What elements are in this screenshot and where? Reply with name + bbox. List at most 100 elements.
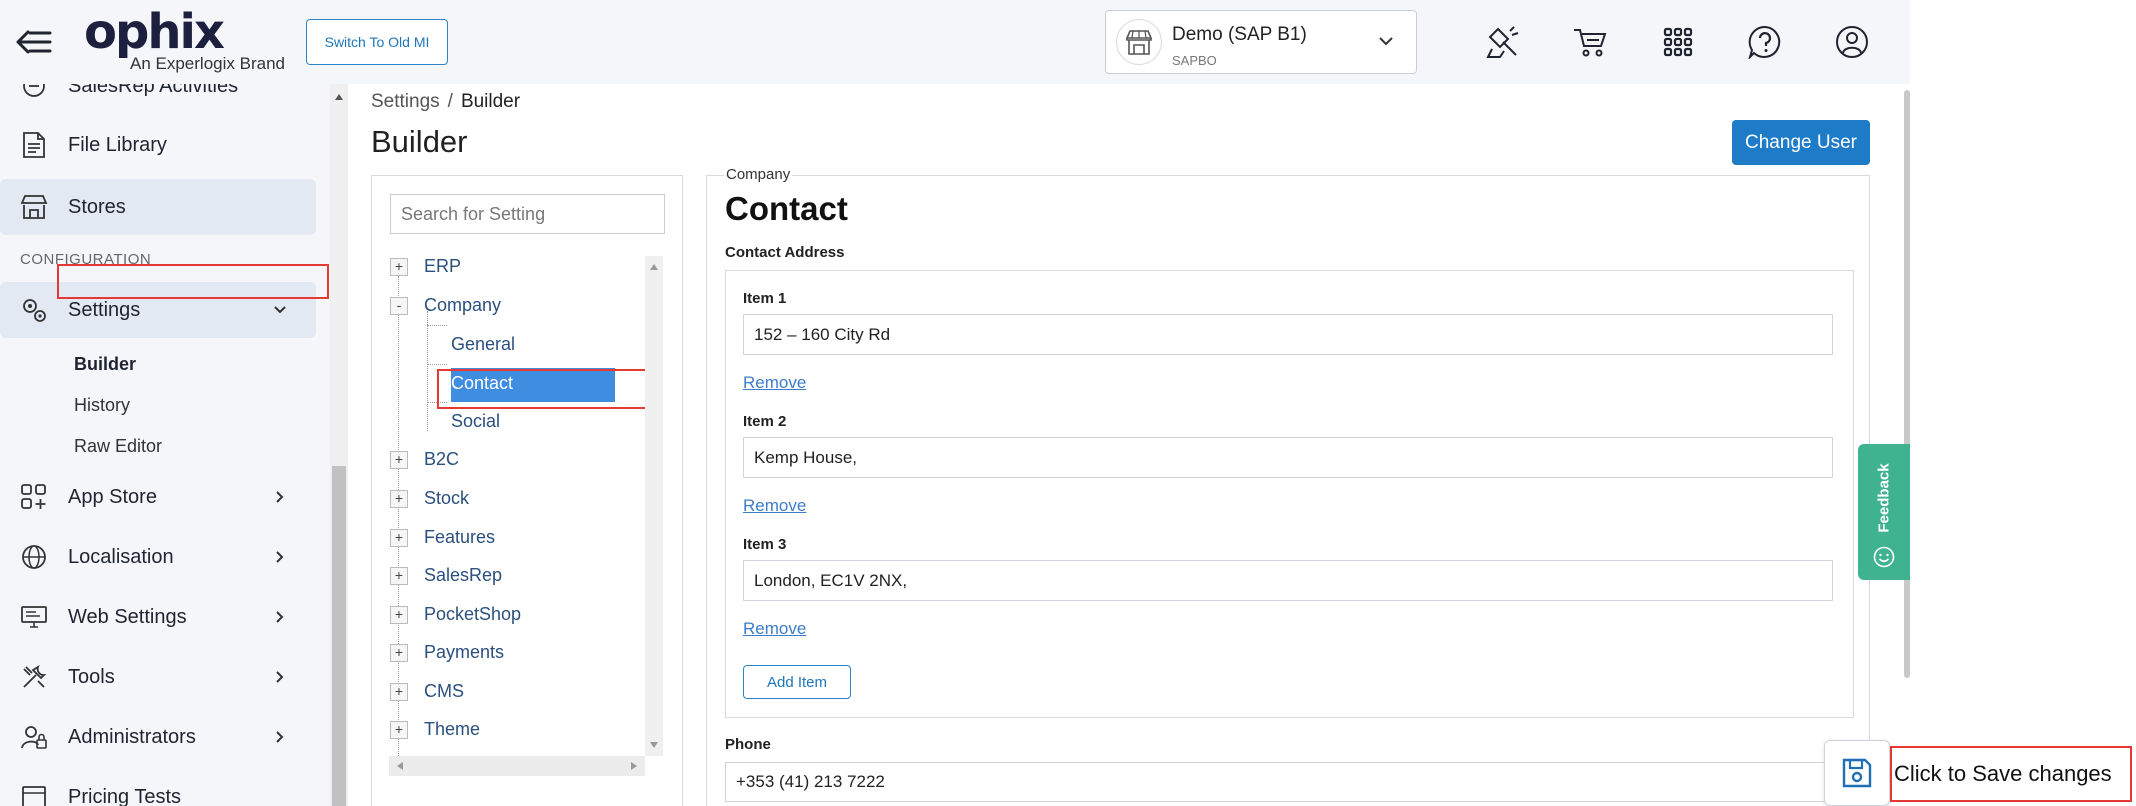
- sidebar-item-web-settings[interactable]: Web Settings: [0, 589, 316, 645]
- page-title: Builder: [371, 124, 468, 159]
- user-icon[interactable]: [1830, 20, 1874, 64]
- tree-expand-toggle[interactable]: +: [390, 529, 408, 547]
- sidebar-item-stores[interactable]: Stores: [0, 179, 316, 235]
- tree-expand-toggle[interactable]: +: [390, 567, 408, 585]
- tree-node-payments[interactable]: Payments: [424, 642, 504, 663]
- item-1-remove-link[interactable]: Remove: [743, 373, 806, 393]
- item-3-input[interactable]: [743, 560, 1833, 601]
- apps-grid-icon[interactable]: [1656, 20, 1700, 64]
- change-user-button[interactable]: Change User: [1732, 120, 1870, 165]
- item-1-input[interactable]: [743, 314, 1833, 355]
- save-button[interactable]: [1824, 740, 1890, 806]
- logo-subtitle: An Experlogix Brand: [130, 54, 285, 73]
- sidebar-item-label: Tools: [68, 665, 115, 688]
- clean-icon[interactable]: [1481, 20, 1525, 64]
- floppy-disk-icon: [1842, 758, 1872, 788]
- sidebar-scrollbar[interactable]: [330, 84, 348, 806]
- sidebar-item-label: Stores: [68, 195, 126, 218]
- tree-node-erp[interactable]: ERP: [424, 256, 461, 277]
- contact-highlight-box: [437, 369, 648, 409]
- pricing-tests-icon: [20, 783, 48, 806]
- setting-search-input[interactable]: [390, 194, 665, 234]
- smiley-icon: [1873, 546, 1895, 568]
- sidebar-item-app-store[interactable]: App Store: [0, 469, 316, 525]
- tree-expand-toggle[interactable]: +: [390, 683, 408, 701]
- main-scrollbar-thumb[interactable]: [1904, 90, 1910, 678]
- item-2-label: Item 2: [743, 413, 787, 430]
- sidebar-subitem-raw-editor[interactable]: Raw Editor: [74, 436, 162, 457]
- tree-horizontal-scrollbar[interactable]: [389, 756, 645, 776]
- activities-icon: [20, 84, 48, 100]
- sidebar-item-label: SalesRep Activities: [68, 84, 239, 97]
- tools-icon: [20, 663, 48, 691]
- admin-icon: [20, 723, 48, 751]
- feedback-tab[interactable]: Feedback: [1858, 444, 1910, 580]
- save-tooltip: Click to Save changes: [1890, 746, 2132, 802]
- item-2-remove-link[interactable]: Remove: [743, 496, 806, 516]
- tree-expand-toggle[interactable]: +: [390, 721, 408, 739]
- tree-guide-line: [427, 325, 447, 326]
- chevron-down-icon: [1379, 37, 1393, 46]
- tree-guide-line: [427, 311, 428, 431]
- scroll-down-arrow-icon[interactable]: [650, 742, 658, 748]
- contact-address-label: Contact Address: [725, 244, 845, 261]
- tree-expand-toggle[interactable]: +: [390, 451, 408, 469]
- sidebar-item-label: Administrators: [68, 725, 196, 748]
- tree-collapse-toggle[interactable]: -: [390, 297, 408, 315]
- brand-logo[interactable]: ophix An Experlogix Brand: [84, 4, 285, 73]
- tree-node-cms[interactable]: CMS: [424, 681, 464, 702]
- item-2-input[interactable]: [743, 437, 1833, 478]
- phone-input[interactable]: [725, 762, 1855, 802]
- sidebar-item-salesrep-activities[interactable]: SalesRep Activities: [0, 84, 316, 114]
- scrollbar-thumb[interactable]: [332, 466, 346, 806]
- add-item-button[interactable]: Add Item: [743, 665, 851, 699]
- sidebar-item-pricing-tests[interactable]: Pricing Tests: [0, 769, 316, 806]
- sidebar-subitem-builder[interactable]: Builder: [74, 354, 136, 375]
- gears-icon: [20, 296, 48, 324]
- panel-caption: Company: [724, 166, 793, 183]
- sidebar-item-tools[interactable]: Tools: [0, 649, 316, 705]
- breadcrumb: Settings / Builder: [371, 91, 520, 113]
- scroll-left-arrow-icon[interactable]: [397, 762, 403, 770]
- tree-node-company[interactable]: Company: [424, 295, 501, 316]
- sidebar: SalesRep Activities File Library Stores …: [0, 84, 330, 806]
- chevron-right-icon: [276, 551, 284, 563]
- switch-old-mi-button[interactable]: Switch To Old MI: [306, 19, 448, 65]
- tree-expand-toggle[interactable]: +: [390, 606, 408, 624]
- scroll-right-arrow-icon[interactable]: [631, 762, 637, 770]
- app-store-icon: [20, 483, 48, 511]
- tree-node-theme[interactable]: Theme: [424, 719, 480, 740]
- sidebar-item-label: Pricing Tests: [68, 785, 182, 806]
- logo-text: ophix: [84, 4, 225, 60]
- store-selector[interactable]: Demo (SAP B1) SAPBO: [1105, 10, 1417, 74]
- panel-title: Contact: [725, 190, 848, 227]
- tree-node-stock[interactable]: Stock: [424, 488, 469, 509]
- item-3-remove-link[interactable]: Remove: [743, 619, 806, 639]
- store-avatar: [1116, 19, 1162, 65]
- tree-vertical-scrollbar[interactable]: [645, 256, 663, 756]
- cart-icon[interactable]: [1568, 20, 1612, 64]
- help-icon[interactable]: [1743, 20, 1787, 64]
- tree-expand-toggle[interactable]: +: [390, 258, 408, 276]
- tree-expand-toggle[interactable]: +: [390, 490, 408, 508]
- tree-node-features[interactable]: Features: [424, 527, 495, 548]
- breadcrumb-settings-link[interactable]: Settings: [371, 91, 440, 112]
- scroll-up-arrow-icon[interactable]: [335, 94, 343, 100]
- phone-label: Phone: [725, 736, 771, 753]
- sidebar-item-label: File Library: [68, 133, 167, 156]
- tree-node-b2c[interactable]: B2C: [424, 449, 459, 470]
- tree-expand-toggle[interactable]: +: [390, 644, 408, 662]
- tree-node-pocketshop[interactable]: PocketShop: [424, 604, 521, 625]
- back-arrow-icon[interactable]: [16, 28, 52, 56]
- settings-tree-panel: + ERP - Company General Contact Social +…: [371, 175, 683, 806]
- sidebar-item-localisation[interactable]: Localisation: [0, 529, 316, 585]
- tree-node-salesrep[interactable]: SalesRep: [424, 565, 502, 586]
- store-code: SAPBO: [1172, 53, 1217, 68]
- tree-node-general[interactable]: General: [451, 334, 515, 355]
- tree-guide-line: [427, 364, 447, 365]
- sidebar-item-file-library[interactable]: File Library: [0, 117, 316, 173]
- scroll-up-arrow-icon[interactable]: [650, 264, 658, 270]
- tree-node-social[interactable]: Social: [451, 411, 500, 432]
- sidebar-subitem-history[interactable]: History: [74, 395, 130, 416]
- sidebar-item-administrators[interactable]: Administrators: [0, 709, 316, 765]
